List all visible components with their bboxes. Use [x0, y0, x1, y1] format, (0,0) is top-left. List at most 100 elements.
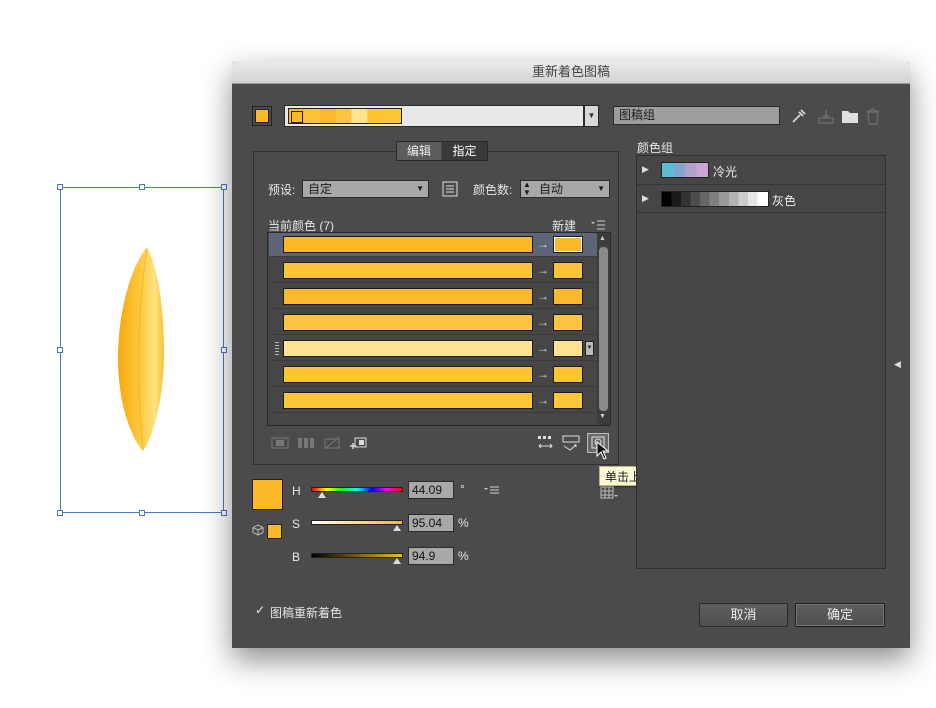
recolor-checkbox-label[interactable]: 图稿重新着色 [270, 604, 342, 621]
new-row-icon[interactable] [349, 436, 367, 450]
color-group-bar[interactable] [284, 105, 584, 127]
color-row[interactable]: → [269, 389, 597, 413]
chevron-down-icon: ▼ [416, 184, 424, 193]
chevron-down-icon: ▼ [597, 184, 605, 193]
brightness-value-field[interactable]: 94.9 [408, 547, 454, 565]
scroll-up-icon[interactable]: ▲ [599, 235, 606, 242]
current-color-bar[interactable] [283, 366, 533, 383]
save-group-icon [818, 110, 834, 124]
preset-options-icon[interactable] [442, 181, 458, 197]
resize-handle-tr[interactable] [221, 184, 227, 190]
colors-count-label: 颜色数: [473, 183, 513, 197]
tab-bar: 编辑 指定 [396, 141, 488, 161]
separate-colors-icon [298, 438, 314, 448]
resize-handle-right[interactable] [221, 347, 227, 353]
color-row[interactable]: → [269, 259, 597, 283]
group-name-field[interactable]: 图稿组 [613, 106, 780, 125]
out-of-gamut-swatch[interactable] [267, 524, 282, 539]
row-dropdown-icon[interactable]: ▼ [585, 341, 594, 356]
color-group-dropdown-icon[interactable]: ▼ [584, 105, 599, 127]
color-groups-label: 颜色组 [637, 141, 674, 155]
new-color-swatch[interactable] [553, 288, 583, 305]
resize-handle-bl[interactable] [57, 510, 63, 516]
color-row[interactable]: → [269, 233, 597, 257]
color-mode-menu-icon[interactable] [600, 486, 620, 500]
group-swatches[interactable] [661, 162, 709, 178]
new-color-swatch[interactable] [553, 314, 583, 331]
color-row[interactable]: → [269, 311, 597, 335]
preset-label: 预设: [268, 183, 296, 197]
new-color-swatch[interactable] [553, 236, 583, 253]
arrow-right-icon[interactable]: → [537, 315, 551, 329]
color-groups-panel [636, 155, 886, 569]
current-color-bar[interactable] [283, 392, 533, 409]
brightness-slider-thumb[interactable] [393, 558, 401, 564]
colors-count-select[interactable]: ▲ ▼ 自动 ▼ [520, 180, 610, 198]
color-group-row[interactable]: ▶ 灰色 [637, 185, 885, 213]
disclosure-triangle-icon[interactable]: ▶ [642, 164, 649, 175]
arrow-right-icon[interactable]: → [537, 263, 551, 277]
cancel-button[interactable]: 取消 [699, 603, 788, 627]
saturation-slider[interactable] [311, 520, 403, 525]
stepper-icon[interactable]: ▲ ▼ [523, 181, 531, 197]
brightness-slider[interactable] [311, 553, 403, 558]
current-color-bar[interactable] [283, 340, 533, 357]
resize-handle-left[interactable] [57, 347, 63, 353]
arrow-right-icon[interactable]: → [537, 341, 551, 355]
list-scrollbar[interactable]: ▲ ▼ [597, 233, 610, 425]
hue-unit: ° [460, 482, 465, 496]
hue-slider-thumb[interactable] [318, 492, 326, 498]
preset-select[interactable]: 自定 ▼ [302, 180, 429, 198]
arrow-right-icon[interactable]: → [537, 393, 551, 407]
s-label: S [292, 517, 301, 531]
color-row[interactable]: → ▼ [269, 337, 597, 361]
dialog-title: 重新着色图稿 [232, 61, 910, 84]
tab-assign[interactable]: 指定 [442, 142, 487, 160]
list-menu-icon[interactable] [590, 219, 606, 231]
new-color-swatch[interactable] [553, 340, 583, 357]
current-color-bar[interactable] [283, 236, 533, 253]
color-row[interactable]: → [269, 285, 597, 309]
arrow-right-icon[interactable]: → [537, 289, 551, 303]
eyedropper-icon[interactable] [789, 107, 807, 125]
arrow-right-icon[interactable]: → [537, 367, 551, 381]
randomize-order-icon[interactable] [537, 435, 555, 453]
mouse-cursor-icon [596, 441, 610, 460]
new-color-swatch[interactable] [553, 392, 583, 409]
current-color-bar[interactable] [283, 314, 533, 331]
resize-handle-bottom[interactable] [139, 510, 145, 516]
drag-handle-icon[interactable] [275, 342, 279, 356]
brightness-unit: % [458, 549, 469, 563]
preset-value: 自定 [308, 182, 333, 196]
new-color-swatch[interactable] [553, 366, 583, 383]
h-label: H [292, 484, 301, 498]
color-group-row[interactable]: ▶ 冷光 [637, 157, 885, 185]
petal-artwork[interactable] [110, 243, 170, 455]
arrow-right-icon[interactable]: → [537, 237, 551, 251]
resize-handle-top[interactable] [139, 184, 145, 190]
recolor-checkbox[interactable]: ✓ [255, 604, 267, 616]
saturation-slider-thumb[interactable] [393, 525, 401, 531]
collapse-panel-icon[interactable]: ◀ [894, 359, 901, 370]
active-color-swatch[interactable] [252, 106, 272, 126]
scroll-down-icon[interactable]: ▼ [599, 413, 606, 420]
resize-handle-tl[interactable] [57, 184, 63, 190]
hue-value-field[interactable]: 44.09 [408, 481, 454, 499]
current-color-bar[interactable] [283, 262, 533, 279]
tab-edit[interactable]: 编辑 [397, 142, 441, 160]
color-row[interactable]: → [269, 363, 597, 387]
disclosure-triangle-icon[interactable]: ▶ [642, 193, 649, 204]
trash-icon [867, 108, 879, 125]
resize-handle-br[interactable] [221, 510, 227, 516]
folder-icon[interactable] [841, 108, 859, 124]
randomize-saturation-icon[interactable] [562, 435, 580, 453]
cube-icon[interactable] [252, 524, 264, 536]
ok-button[interactable]: 确定 [795, 603, 885, 627]
saturation-value-field[interactable]: 95.04 [408, 514, 454, 532]
hsb-menu-icon[interactable] [483, 485, 501, 495]
scrollbar-thumb[interactable] [599, 247, 608, 411]
new-color-swatch[interactable] [553, 262, 583, 279]
b-label: B [292, 550, 301, 564]
current-color-bar[interactable] [283, 288, 533, 305]
group-swatches[interactable] [661, 191, 769, 207]
